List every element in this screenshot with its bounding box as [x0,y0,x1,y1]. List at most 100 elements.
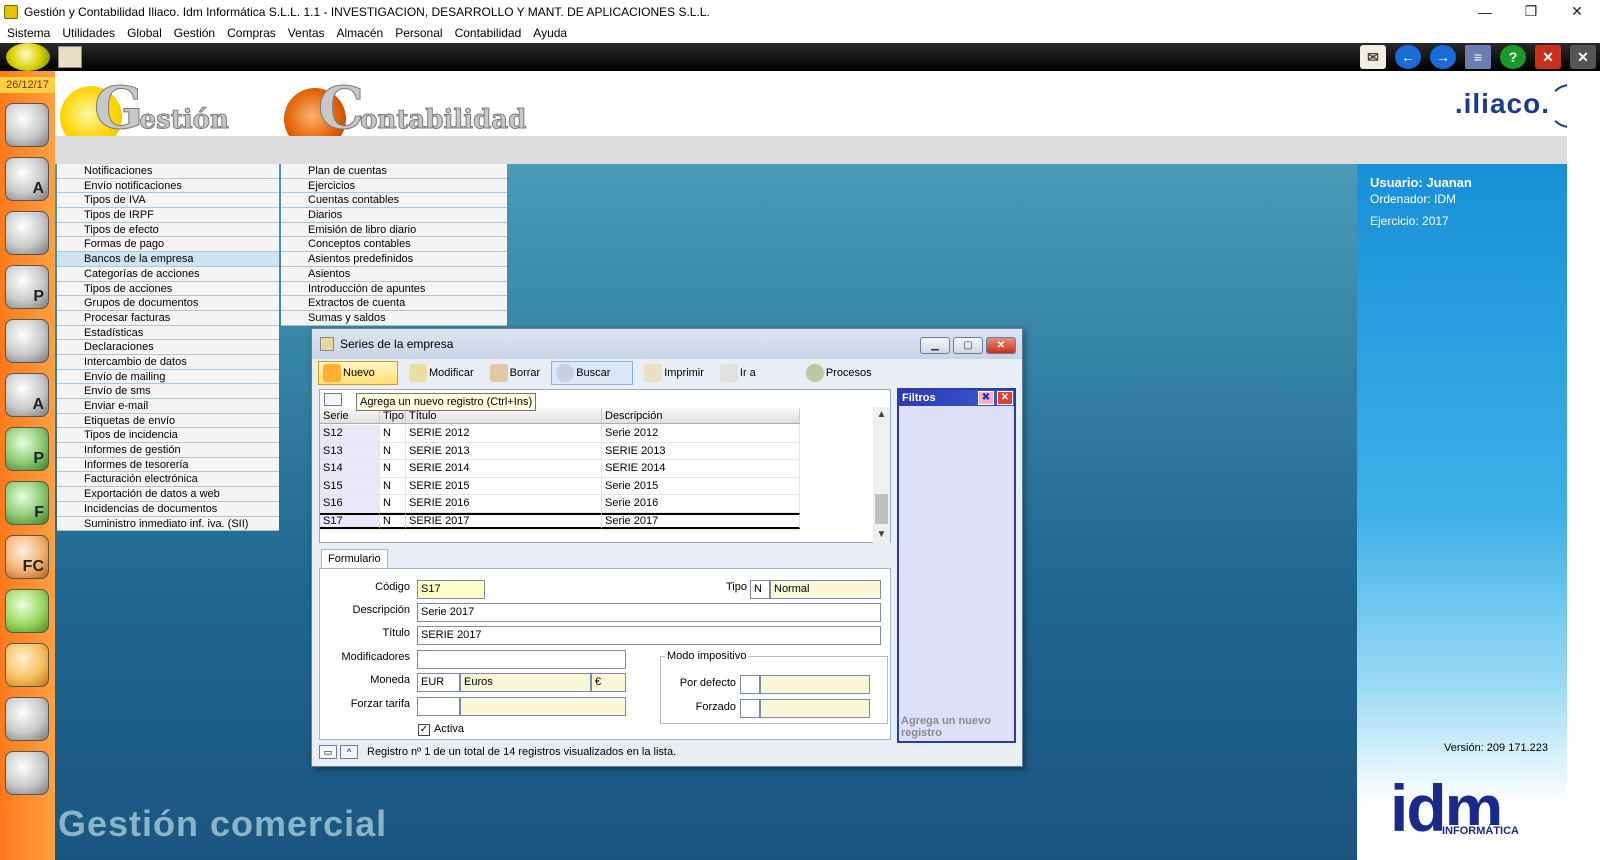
list-item[interactable]: Tipos de efecto [57,222,279,238]
notebook-icon[interactable] [5,697,49,741]
scroll-up-icon[interactable]: ▲ [873,407,890,423]
table-row[interactable]: S13 N SERIE 2013 SERIE 2013 [320,442,800,460]
scroll-thumb[interactable] [875,494,888,524]
list-item[interactable]: Procesar facturas [57,310,279,326]
cd-icon[interactable] [5,751,49,795]
list-item[interactable]: Suministro inmediato inf. iva. (SII) [57,516,279,532]
menu-personal[interactable]: Personal [395,26,442,40]
list-item[interactable]: Notificaciones [57,164,279,179]
folder-icon[interactable]: ▭ [319,745,337,759]
grid-options-icon[interactable] [324,393,342,406]
list-item[interactable]: Bancos de la empresa [57,252,279,267]
table-row[interactable]: S16 N SERIE 2016 Serie 2016 [320,495,800,513]
forzado-code-field[interactable] [740,699,760,718]
close-icon[interactable]: ✕ [1535,45,1561,69]
table-row[interactable]: S15 N SERIE 2015 Serie 2015 [320,477,800,495]
menu-ventas[interactable]: Ventas [288,26,325,40]
list-item[interactable]: Informes de tesorería [57,457,279,473]
table-row[interactable]: S14 N SERIE 2014 SERIE 2014 [320,460,800,478]
list-item[interactable]: Formas de pago [57,237,279,253]
list-item[interactable]: Categorías de acciones [57,266,279,282]
list-item[interactable]: Plan de cuentas [281,164,507,179]
column-descripcion[interactable]: Descripción [602,408,800,423]
list-item[interactable]: Envío de mailing [57,369,279,385]
buscar-button[interactable]: Buscar [551,361,634,385]
app-orb-icon[interactable] [6,43,50,71]
menu-compras[interactable]: Compras [227,26,276,40]
titulo-field[interactable]: SERIE 2017 [417,626,881,645]
codigo-field[interactable]: S17 [417,580,485,599]
tipo-name-field[interactable]: Normal [770,580,881,599]
modificar-button[interactable]: Modificar [404,361,479,385]
list-item[interactable]: Declaraciones [57,340,279,355]
mail-icon[interactable]: ✉ [1360,45,1386,69]
dialog-minimize-button[interactable]: ▁ [920,337,950,354]
ir-a-button[interactable]: Ir a [715,361,761,385]
list-item[interactable]: Asientos predefinidos [281,252,507,267]
tipo-code-field[interactable]: N [750,580,770,599]
forzar-tarifa-code-field[interactable] [417,697,460,716]
users-icon[interactable] [5,103,49,147]
por-defecto-code-field[interactable] [740,675,760,694]
list-item[interactable]: Incidencias de documentos [57,501,279,517]
agent-icon[interactable]: A [5,373,49,417]
list-item[interactable]: Introducción de apuntes [281,281,507,297]
list-item[interactable]: Diarios [281,208,507,223]
list-item[interactable]: Estadísticas [57,325,279,341]
document-icon[interactable] [58,46,82,68]
forzado-name-field[interactable] [760,699,870,718]
table-row[interactable]: S12 N SERIE 2012 Serie 2012 [320,425,800,443]
list-item[interactable]: Facturación electrónica [57,472,279,488]
dialog-titlebar[interactable]: Series de la empresa ▁ ▢ ✕ [312,329,1022,359]
list-item[interactable]: Intercambio de datos [57,354,279,370]
back-icon[interactable]: ← [1395,45,1421,69]
employees-icon[interactable] [5,319,49,363]
list-item[interactable]: Grupos de documentos [57,296,279,311]
activa-checkbox[interactable]: ✓ [418,724,430,736]
windows-icon[interactable]: ≡ [1465,45,1491,69]
nuevo-button[interactable]: Nuevo [318,361,398,385]
menu-contabilidad[interactable]: Contabilidad [455,26,522,40]
list-item[interactable]: Emisión de libro diario [281,222,507,238]
list-item[interactable]: Envío notificaciones [57,178,279,194]
scroll-down-icon[interactable]: ▼ [873,527,890,543]
descripcion-field[interactable]: Serie 2017 [417,603,881,622]
p-icon[interactable]: P [5,427,49,471]
imprimir-button[interactable]: Imprimir [639,361,709,385]
list-item[interactable]: Envío de sms [57,384,279,399]
menu-utilidades[interactable]: Utilidades [62,26,115,40]
procesos-button[interactable]: Procesos [801,361,877,385]
moneda-name-field[interactable]: Euros [460,673,591,692]
list-item[interactable]: Enviar e-mail [57,399,279,414]
help-icon[interactable]: ? [1500,45,1526,69]
list-item[interactable]: Cuentas contables [281,193,507,209]
close-window-button[interactable]: ✕ [1554,0,1600,23]
moneda-code-field[interactable]: EUR [417,673,460,692]
list-item[interactable]: Informes de gestión [57,443,279,458]
list-item[interactable]: Etiquetas de envío [57,413,279,429]
shopping-bag-orange-icon[interactable] [5,643,49,687]
menu-sistema[interactable]: Sistema [7,26,50,40]
articles-icon[interactable]: A [5,157,49,201]
filters-close-icon[interactable]: ✕ [997,391,1013,405]
minimize-button[interactable]: — [1462,0,1508,23]
restore-button[interactable]: ❐ [1508,0,1554,23]
menu-almacen[interactable]: Almacén [337,26,384,40]
menu-gestion[interactable]: Gestión [174,26,215,40]
list-item[interactable]: Tipos de acciones [57,281,279,297]
moneda-symbol-field[interactable]: € [591,673,626,692]
list-item[interactable]: Exportación de datos a web [57,487,279,502]
dialog-maximize-button[interactable]: ▢ [953,337,983,354]
list-item[interactable]: Tipos de IVA [57,193,279,209]
menu-global[interactable]: Global [127,26,162,40]
list-item[interactable]: Tipos de IRPF [57,208,279,223]
list-item[interactable]: Asientos [281,266,507,282]
forzar-tarifa-name-field[interactable] [460,697,626,716]
menu-ayuda[interactable]: Ayuda [533,26,567,40]
list-item[interactable]: Ejercicios [281,178,507,194]
filters-clear-icon[interactable]: ✖ [978,391,994,405]
provider-icon[interactable]: P [5,265,49,309]
close-all-icon[interactable]: ✕ [1570,45,1596,69]
por-defecto-name-field[interactable] [760,675,870,694]
f-icon[interactable]: F [5,481,49,525]
